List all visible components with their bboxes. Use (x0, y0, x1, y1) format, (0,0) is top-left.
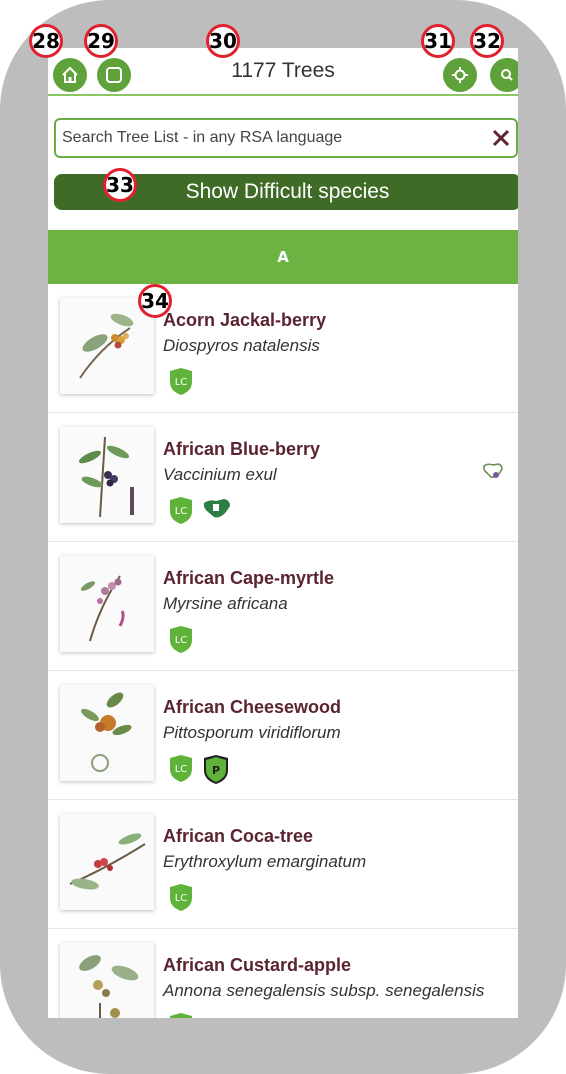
region-map-icon (482, 461, 504, 487)
tree-scientific-name: Vaccinium exul (163, 465, 277, 484)
tree-list: Acorn Jackal-berry Diospyros natalensis … (48, 284, 518, 1018)
tree-scientific-name: Diospyros natalensis (163, 336, 320, 355)
tree-scientific-name: Erythroxylum emarginatum (163, 852, 367, 871)
svg-text:LC: LC (175, 377, 188, 388)
tree-scientific-name: Annona senegalensis subsp. senegalensis (163, 981, 485, 1000)
callout-28: 28 (29, 24, 63, 58)
settings-button[interactable] (443, 58, 477, 92)
callout-34: 34 (138, 284, 172, 318)
tree-scientific-name: Myrsine africana (163, 594, 288, 613)
endemic-map-icon (203, 499, 230, 518)
callout-33: 33 (103, 168, 137, 202)
section-header: A (48, 230, 518, 284)
tree-common-name: African Coca-tree (163, 826, 314, 846)
callout-32: 32 (470, 24, 504, 58)
tree-illustration (60, 814, 154, 910)
tree-scientific-name: Pittosporum viridiflorum (163, 723, 341, 742)
list-item[interactable]: African Custard-apple Annona senegalensi… (48, 929, 518, 1018)
gear-icon (452, 67, 468, 83)
list-item[interactable]: African Blue-berry Vaccinium exul LC (48, 413, 518, 542)
list-item[interactable]: African Coca-tree Erythroxylum emarginat… (48, 800, 518, 929)
least-concern-badge-icon: LC (170, 884, 192, 911)
search-input[interactable] (56, 128, 486, 148)
svg-text:LC: LC (175, 764, 188, 775)
least-concern-badge-icon: LC (170, 626, 192, 653)
search-field (54, 118, 518, 158)
tree-common-name: African Blue-berry (163, 439, 321, 459)
list-item[interactable]: Acorn Jackal-berry Diospyros natalensis … (48, 284, 518, 413)
protected-badge-icon: P (204, 755, 228, 784)
tree-common-name: African Custard-apple (163, 955, 352, 975)
least-concern-badge-icon: LC (170, 497, 192, 524)
tree-illustration (60, 556, 154, 652)
tree-common-name: African Cheesewood (163, 697, 342, 717)
search-icon (501, 69, 513, 81)
tree-illustration (60, 943, 154, 1018)
tree-common-name: African Cape-myrtle (163, 568, 335, 588)
tree-illustration (60, 685, 154, 781)
callout-31: 31 (421, 24, 455, 58)
list-item[interactable]: African Cheesewood Pittosporum viridiflo… (48, 671, 518, 800)
tree-illustration (60, 427, 154, 523)
callout-29: 29 (84, 24, 118, 58)
least-concern-badge-icon: LC (170, 1013, 192, 1018)
svg-text:LC: LC (175, 893, 188, 904)
svg-text:LC: LC (175, 635, 188, 646)
least-concern-badge-icon: LC (170, 368, 192, 395)
svg-text:P: P (212, 764, 220, 777)
tree-common-name: Acorn Jackal-berry (163, 310, 327, 330)
svg-text:LC: LC (175, 506, 188, 517)
close-icon (492, 129, 510, 147)
callout-30: 30 (206, 24, 240, 58)
clear-search-button[interactable] (486, 123, 516, 153)
least-concern-badge-icon: LC (170, 755, 192, 782)
app-header: 1177 Trees (48, 48, 518, 96)
tree-illustration (60, 298, 154, 394)
list-item[interactable]: African Cape-myrtle Myrsine africana LC (48, 542, 518, 671)
search-button[interactable] (490, 58, 518, 92)
